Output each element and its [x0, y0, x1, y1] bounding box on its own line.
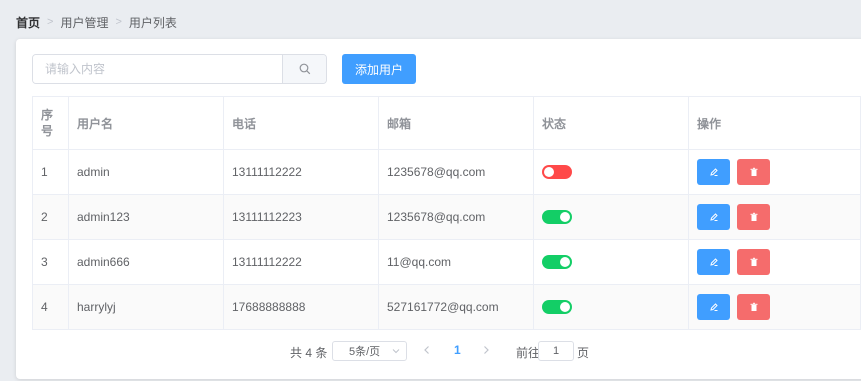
cell-phone: 13111112222 — [223, 239, 379, 285]
delete-icon — [750, 302, 757, 311]
edit-icon — [709, 213, 718, 221]
edit-button[interactable] — [697, 204, 730, 230]
edit-button[interactable] — [697, 159, 730, 185]
cell-index: 4 — [32, 284, 69, 330]
cell-username: admin123 — [68, 194, 224, 240]
header-phone: 电话 — [223, 96, 379, 150]
table-row: 1 admin 13111112222 1235678@qq.com — [32, 149, 861, 195]
page-number-current[interactable]: 1 — [454, 343, 461, 357]
cell-status — [533, 194, 689, 240]
header-email: 邮箱 — [378, 96, 534, 150]
user-table: 序号 用户名 电话 邮箱 状态 操作 1 admin 13111112222 1… — [32, 96, 861, 330]
delete-button[interactable] — [737, 204, 770, 230]
chevron-left-icon — [424, 346, 429, 354]
goto-label: 前往 — [516, 346, 541, 360]
status-switch[interactable] — [542, 210, 572, 225]
search-input[interactable] — [33, 55, 282, 83]
delete-button[interactable] — [737, 294, 770, 320]
delete-icon — [750, 257, 757, 266]
next-page-button[interactable] — [482, 344, 490, 358]
header-username: 用户名 — [68, 96, 224, 150]
delete-button[interactable] — [737, 249, 770, 275]
status-switch[interactable] — [542, 300, 572, 315]
cell-phone: 17688888888 — [223, 284, 379, 330]
pagination: 共 4 条 5条/页 1 前往 页 — [16, 340, 861, 362]
header-actions: 操作 — [688, 96, 861, 150]
user-list-card: 添加用户 序号 用户名 电话 邮箱 状态 操作 1 admin 1311 — [16, 39, 861, 379]
cell-actions — [688, 284, 861, 330]
switch-knob — [560, 302, 570, 313]
cell-status — [533, 284, 689, 330]
status-switch[interactable] — [542, 165, 572, 180]
table-row: 3 admin666 13111112222 11@qq.com — [32, 239, 861, 285]
chevron-right-icon: > — [47, 16, 54, 28]
delete-icon — [750, 167, 757, 176]
search-icon — [299, 63, 310, 75]
status-switch[interactable] — [542, 255, 572, 270]
table-header-row: 序号 用户名 电话 邮箱 状态 操作 — [32, 96, 861, 150]
cell-username: harrylyj — [68, 284, 224, 330]
cell-index: 2 — [32, 194, 69, 240]
edit-icon — [709, 168, 718, 176]
chevron-down-icon — [392, 349, 400, 354]
cell-status — [533, 239, 689, 285]
search-group — [32, 54, 327, 84]
page-unit-label: 页 — [577, 346, 590, 360]
delete-icon — [750, 212, 757, 221]
cell-index: 3 — [32, 239, 69, 285]
cell-email: 11@qq.com — [378, 239, 534, 285]
pagination-total: 共 4 条 — [290, 346, 328, 360]
delete-button[interactable] — [737, 159, 770, 185]
cell-actions — [688, 239, 861, 285]
cell-username: admin666 — [68, 239, 224, 285]
edit-button[interactable] — [697, 249, 730, 275]
add-user-button[interactable]: 添加用户 — [342, 54, 416, 84]
header-index: 序号 — [32, 96, 69, 150]
prev-page-button[interactable] — [423, 344, 431, 358]
switch-knob — [560, 257, 570, 268]
cell-index: 1 — [32, 149, 69, 195]
table-row: 2 admin123 13111112223 1235678@qq.com — [32, 194, 861, 240]
goto-page-input[interactable] — [538, 341, 574, 361]
cell-email: 1235678@qq.com — [378, 194, 534, 240]
chevron-right-icon — [484, 346, 489, 354]
page-size-select[interactable]: 5条/页 — [332, 341, 407, 361]
edit-icon — [709, 303, 718, 311]
search-button[interactable] — [282, 55, 326, 83]
edit-button[interactable] — [697, 294, 730, 320]
switch-knob — [544, 167, 554, 178]
cell-actions — [688, 194, 861, 240]
page-size-value: 5条/页 — [349, 346, 381, 358]
cell-actions — [688, 149, 861, 195]
cell-phone: 13111112223 — [223, 194, 379, 240]
cell-status — [533, 149, 689, 195]
header-status: 状态 — [533, 96, 689, 150]
cell-email: 1235678@qq.com — [378, 149, 534, 195]
edit-icon — [709, 258, 718, 266]
breadcrumb-home[interactable]: 首页 — [16, 14, 40, 31]
table-row: 4 harrylyj 17688888888 527161772@qq.com — [32, 284, 861, 330]
breadcrumb-user-list: 用户列表 — [128, 15, 177, 30]
cell-username: admin — [68, 149, 224, 195]
cell-email: 527161772@qq.com — [378, 284, 534, 330]
breadcrumb: 首页 > 用户管理 > 用户列表 — [16, 14, 177, 30]
breadcrumb-user-management: 用户管理 — [60, 15, 109, 30]
cell-phone: 13111112222 — [223, 149, 379, 195]
chevron-right-icon: > — [115, 16, 122, 28]
switch-knob — [560, 212, 570, 223]
